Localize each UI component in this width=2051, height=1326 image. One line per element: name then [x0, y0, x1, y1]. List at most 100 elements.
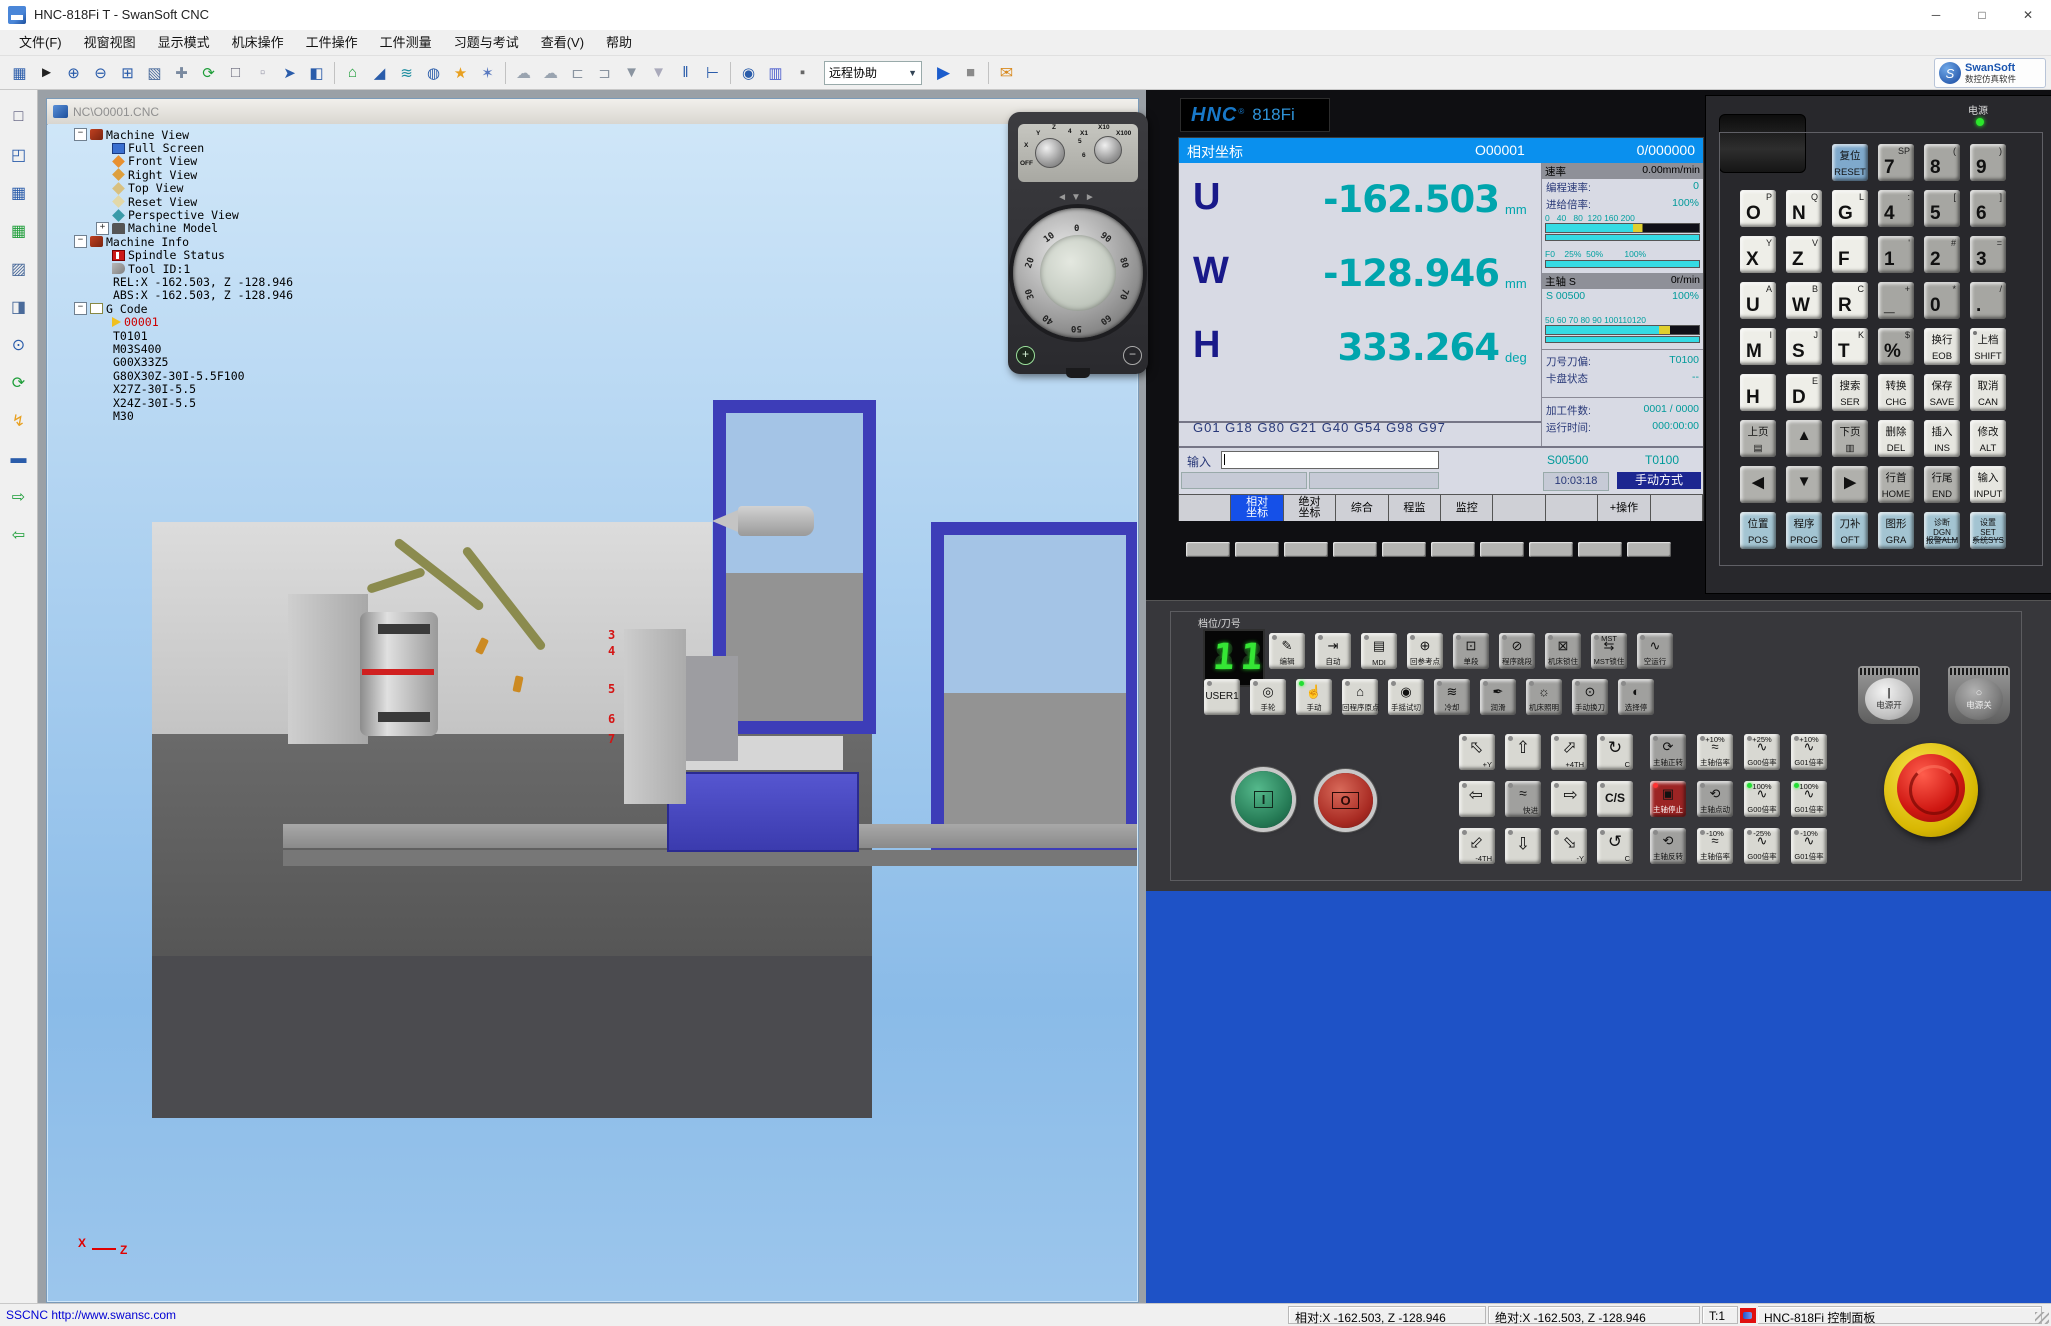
keypad-key[interactable]: 删除 DEL	[1878, 420, 1914, 457]
tree-item[interactable]: M30	[60, 409, 520, 422]
keypad-key[interactable]: F	[1832, 236, 1868, 273]
keypad-key[interactable]: 转换 CHG	[1878, 374, 1914, 411]
machine-window-titlebar[interactable]: NC\O0001.CNC	[47, 99, 1138, 125]
mode-button[interactable]: ⌂ 回程序原点	[1342, 679, 1378, 715]
tree-item[interactable]: X24Z-30I-5.5	[60, 396, 520, 409]
spindle-button[interactable]: 100% ∿ G00倍率	[1744, 781, 1780, 817]
toolbar-icon[interactable]: ✚	[169, 60, 194, 85]
mode-button[interactable]: ◉ 手摇试切	[1388, 679, 1424, 715]
toolbar-icon[interactable]: ▫	[250, 60, 275, 85]
spindle-button[interactable]: -10% ∿ G01倍率	[1791, 828, 1827, 864]
fkey-button[interactable]	[1480, 542, 1524, 557]
toolbar-icon[interactable]: ◢	[367, 60, 392, 85]
mode-button[interactable]: ⊡ 单段	[1453, 633, 1489, 669]
keypad-key[interactable]: ◀	[1740, 466, 1776, 503]
fkey-button[interactable]	[1382, 542, 1426, 557]
keypad-key[interactable]: ) 9	[1970, 144, 2006, 181]
keypad-key[interactable]: P O	[1740, 190, 1776, 227]
tree-item[interactable]: Top View	[60, 182, 520, 195]
side-toolbar-icon[interactable]: ⊙	[6, 332, 32, 358]
keypad-key[interactable]: A U	[1740, 282, 1776, 319]
keypad-key[interactable]: L G	[1832, 190, 1868, 227]
spindle-button[interactable]: ⟳ 主轴正转	[1650, 734, 1686, 770]
keypad-key[interactable]: Q N	[1786, 190, 1822, 227]
toolbar-icon[interactable]	[334, 62, 335, 84]
tree-item[interactable]: Perspective View	[60, 208, 520, 221]
side-toolbar-icon[interactable]: ▦	[6, 218, 32, 244]
tree-expand-box[interactable]: −	[74, 128, 87, 141]
tree-item[interactable]: G80X30Z-30I-5.5F100	[60, 369, 520, 382]
keypad-key[interactable]: 取消 CAN	[1970, 374, 2006, 411]
softkey[interactable]	[1179, 495, 1231, 521]
fkey-button[interactable]	[1186, 542, 1230, 557]
keypad-key[interactable]: ( 8	[1924, 144, 1960, 181]
mdi-input-field[interactable]	[1221, 451, 1439, 469]
side-toolbar-icon[interactable]: ◰	[6, 142, 32, 168]
mode-button[interactable]: ☼ 机床照明	[1526, 679, 1562, 715]
mode-button[interactable]: ≋ 冷却	[1434, 679, 1470, 715]
toolbar-icon[interactable]: ⌂	[340, 60, 365, 85]
toolbar-icon[interactable]: ►	[34, 60, 59, 85]
mode-button[interactable]: USER1	[1204, 679, 1240, 715]
keypad-key[interactable]: ' 1	[1878, 236, 1914, 273]
toolbar-icon[interactable]: ⊐	[592, 60, 617, 85]
spindle-button[interactable]: ▣ 主轴停止	[1650, 781, 1686, 817]
pendant-minus-button[interactable]: −	[1123, 346, 1142, 365]
menu-item[interactable]: 习题与考试	[443, 32, 530, 54]
jog-button[interactable]: ⇧ +Y	[1459, 734, 1495, 770]
keypad-key[interactable]: C R	[1832, 282, 1868, 319]
minimize-button[interactable]: ─	[1913, 0, 1959, 30]
softkey[interactable]: 绝对 坐标	[1284, 495, 1336, 521]
keypad-key[interactable]: 程序 PROG	[1786, 512, 1822, 549]
keypad-key[interactable]: K T	[1832, 328, 1868, 365]
side-toolbar-icon[interactable]: □	[6, 104, 32, 130]
toolbar-icon[interactable]: ⊕	[61, 60, 86, 85]
jog-button[interactable]: ⇧	[1505, 828, 1541, 864]
keypad-key[interactable]: : 4	[1878, 190, 1914, 227]
spindle-button[interactable]: ⟲ 主轴反转	[1650, 828, 1686, 864]
keypad-key[interactable]: SP 7	[1878, 144, 1914, 181]
toolbar-icon[interactable]: ★	[448, 60, 473, 85]
emergency-stop-button[interactable]	[1884, 743, 1978, 837]
keypad-key[interactable]: 换行 EOB	[1924, 328, 1960, 365]
toolbar-icon[interactable]: ▧	[142, 60, 167, 85]
tree-item[interactable]: ABS:X -162.503, Z -128.946	[60, 289, 520, 302]
side-toolbar-icon[interactable]: ⇦	[6, 522, 32, 548]
tree-item[interactable]: − Machine View	[60, 128, 520, 141]
run-stop-button[interactable]: ■	[958, 60, 983, 85]
keypad-key[interactable]: J S	[1786, 328, 1822, 365]
menu-item[interactable]: 工件操作	[295, 32, 369, 54]
keypad-key[interactable]: 行首 HOME	[1878, 466, 1914, 503]
mode-button[interactable]: ⊙ 手动换刀	[1572, 679, 1608, 715]
keypad-key[interactable]: / .	[1970, 282, 2006, 319]
side-toolbar-icon[interactable]: ▦	[6, 180, 32, 206]
mode-button[interactable]: ☝ 手动	[1296, 679, 1332, 715]
tree-item[interactable]: Full Screen	[60, 141, 520, 154]
fkey-button[interactable]	[1578, 542, 1622, 557]
keypad-key[interactable]: * 0	[1924, 282, 1960, 319]
tree-item[interactable]: Spindle Status	[60, 249, 520, 262]
keypad-key[interactable]: 上档 SHIFT	[1970, 328, 2006, 365]
tree-item[interactable]: Right View	[60, 168, 520, 181]
feed-hold-button[interactable]: O	[1318, 773, 1373, 828]
mode-button[interactable]: ◐ 选择停	[1618, 679, 1654, 715]
fkey-button[interactable]	[1627, 542, 1671, 557]
mode-button[interactable]: ▤ MDI	[1361, 633, 1397, 669]
keypad-key[interactable]: H	[1740, 374, 1776, 411]
tree-item[interactable]: G00X33Z5	[60, 356, 520, 369]
jog-button[interactable]: C/S	[1597, 781, 1633, 817]
mode-button[interactable]: ⊠ 机床锁住	[1545, 633, 1581, 669]
keypad-key[interactable]: 诊断DGN 报警ALM	[1924, 512, 1960, 549]
pendant-plus-button[interactable]: +	[1016, 346, 1035, 365]
fkey-button[interactable]	[1235, 542, 1279, 557]
tree-expand-box[interactable]: +	[96, 222, 109, 235]
mode-button[interactable]: ⊘ 程序跳段	[1499, 633, 1535, 669]
toolbar-icon[interactable]: ▦	[7, 60, 32, 85]
keypad-key[interactable]: 上页 ▤	[1740, 420, 1776, 457]
keypad-key[interactable]: 行尾 END	[1924, 466, 1960, 503]
softkey[interactable]: 监控	[1441, 495, 1493, 521]
toolbar-icon[interactable]: ⊢	[700, 60, 725, 85]
maximize-button[interactable]: □	[1959, 0, 2005, 30]
toolbar-icon[interactable]: ⊖	[88, 60, 113, 85]
fkey-button[interactable]	[1284, 542, 1328, 557]
